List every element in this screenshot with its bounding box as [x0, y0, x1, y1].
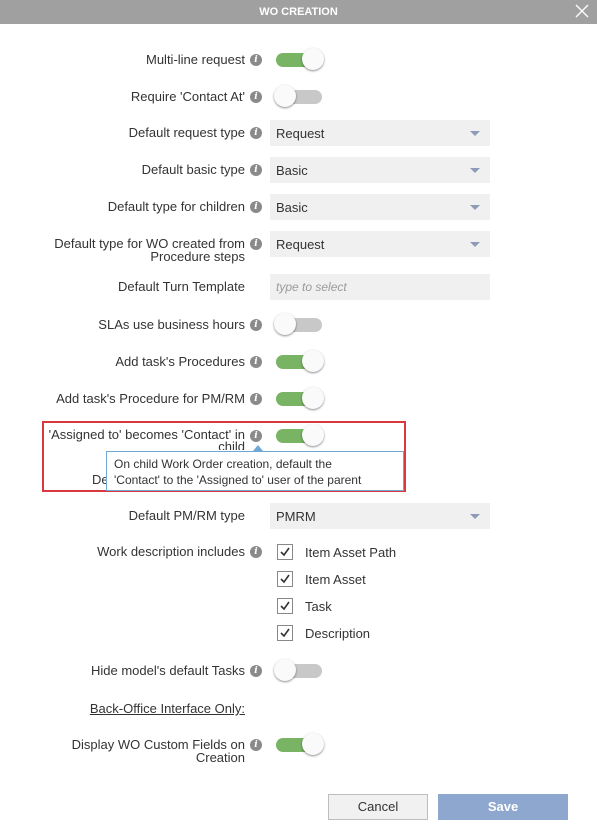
chevron-down-icon	[470, 242, 480, 247]
select-value: PMRM	[276, 509, 316, 524]
checkbox-label: Item Asset	[305, 572, 366, 587]
info-icon[interactable]: i	[250, 164, 262, 176]
require-contact-at-row: Require 'Contact At' i	[0, 85, 597, 109]
default-type-procedure-row: Default type for WO created from Procedu…	[0, 231, 597, 265]
default-type-children-row: Default type for children i Basic	[0, 194, 597, 220]
chevron-down-icon	[470, 205, 480, 210]
chevron-down-icon	[470, 514, 480, 519]
input-placeholder: type to select	[276, 280, 347, 294]
multi-line-request-toggle[interactable]	[274, 48, 324, 70]
checkbox-item-asset-path[interactable]	[277, 544, 293, 560]
add-task-procedures-row: Add task's Procedures i	[0, 350, 597, 374]
tooltip-line-1: On child Work Order creation, default th…	[114, 457, 332, 471]
cancel-button[interactable]: Cancel	[328, 794, 428, 820]
chevron-down-icon	[470, 131, 480, 136]
select-value: Basic	[276, 200, 308, 215]
default-basic-type-select[interactable]: Basic	[270, 157, 490, 183]
dialog-titlebar: WO CREATION	[0, 0, 597, 24]
close-icon[interactable]	[573, 2, 591, 20]
work-description-row: Work description includes i Item Asset P…	[0, 540, 597, 650]
multi-line-request-label: Multi-line request	[146, 52, 245, 67]
default-request-type-row: Default request type i Request	[0, 120, 597, 146]
select-value: Request	[276, 126, 325, 141]
default-basic-type-row: Default basic type i Basic	[0, 157, 597, 183]
default-pmrm-type-label: Default PM/RM type	[128, 508, 245, 523]
info-icon[interactable]: i	[250, 238, 262, 250]
default-type-children-select[interactable]: Basic	[270, 194, 490, 220]
check-icon	[280, 547, 290, 557]
checkbox-label: Task	[305, 599, 332, 614]
multi-line-request-row: Multi-line request i	[0, 48, 597, 72]
default-turn-template-row: Default Turn Template type to select	[0, 274, 597, 300]
select-value: Request	[276, 237, 325, 252]
default-type-children-label: Default type for children	[107, 199, 245, 214]
info-icon[interactable]: i	[250, 54, 262, 66]
default-basic-type-label: Default basic type	[141, 162, 245, 177]
checkbox-item-asset[interactable]	[277, 571, 293, 587]
add-task-procedure-pmrm-toggle[interactable]	[274, 387, 324, 409]
info-icon[interactable]: i	[250, 127, 262, 139]
default-pmrm-type-select[interactable]: PMRM	[270, 503, 490, 529]
sla-business-hours-row: SLAs use business hours i	[0, 313, 597, 337]
add-task-procedure-pmrm-row: Add task's Procedure for PM/RM i	[0, 387, 597, 411]
back-office-row: Back-Office Interface Only:	[0, 701, 597, 717]
add-task-procedure-pmrm-label: Add task's Procedure for PM/RM	[56, 391, 245, 406]
check-icon	[280, 574, 290, 584]
select-value: Basic	[276, 163, 308, 178]
default-request-type-select[interactable]: Request	[270, 120, 490, 146]
default-type-procedure-label-2: Procedure steps	[150, 249, 245, 264]
info-icon[interactable]: i	[250, 319, 262, 331]
hide-default-tasks-label: Hide model's default Tasks	[91, 663, 245, 678]
require-contact-at-toggle[interactable]	[274, 85, 324, 107]
work-description-label: Work description includes	[97, 544, 245, 559]
tooltip-line-2: 'Contact' to the 'Assigned to' user of t…	[114, 473, 362, 487]
info-icon[interactable]: i	[250, 356, 262, 368]
info-icon[interactable]: i	[250, 546, 262, 558]
default-pmrm-type-row: Default PM/RM type PMRM	[0, 503, 597, 529]
default-type-procedure-select[interactable]: Request	[270, 231, 490, 257]
info-icon[interactable]: i	[250, 665, 262, 677]
tooltip: On child Work Order creation, default th…	[106, 451, 404, 491]
checkbox-description[interactable]	[277, 625, 293, 641]
check-icon	[280, 628, 290, 638]
checkbox-label: Item Asset Path	[305, 545, 397, 560]
info-icon[interactable]: i	[250, 201, 262, 213]
require-contact-at-label: Require 'Contact At'	[130, 89, 245, 104]
add-task-procedures-label: Add task's Procedures	[115, 354, 245, 369]
chevron-down-icon	[470, 168, 480, 173]
save-button[interactable]: Save	[438, 794, 568, 820]
info-icon[interactable]: i	[250, 393, 262, 405]
info-icon[interactable]: i	[250, 91, 262, 103]
sla-business-hours-label: SLAs use business hours	[98, 317, 245, 332]
check-icon	[280, 601, 290, 611]
info-icon[interactable]: i	[250, 739, 262, 751]
hide-default-tasks-row: Hide model's default Tasks i	[0, 659, 597, 683]
default-request-type-label: Default request type	[128, 125, 245, 140]
display-custom-fields-toggle[interactable]	[274, 733, 324, 755]
default-turn-template-label: Default Turn Template	[118, 279, 245, 294]
display-custom-fields-row: Display WO Custom Fields on Creation i	[0, 733, 597, 767]
back-office-link[interactable]: Back-Office Interface Only:	[90, 701, 245, 716]
display-custom-fields-label-2: Creation	[195, 750, 245, 765]
hide-default-tasks-toggle[interactable]	[274, 659, 324, 681]
sla-business-hours-toggle[interactable]	[274, 313, 324, 335]
default-turn-template-input[interactable]: type to select	[270, 274, 490, 300]
dialog-title: WO CREATION	[259, 6, 338, 18]
add-task-procedures-toggle[interactable]	[274, 350, 324, 372]
checkbox-task[interactable]	[277, 598, 293, 614]
checkbox-label: Description	[305, 626, 371, 641]
